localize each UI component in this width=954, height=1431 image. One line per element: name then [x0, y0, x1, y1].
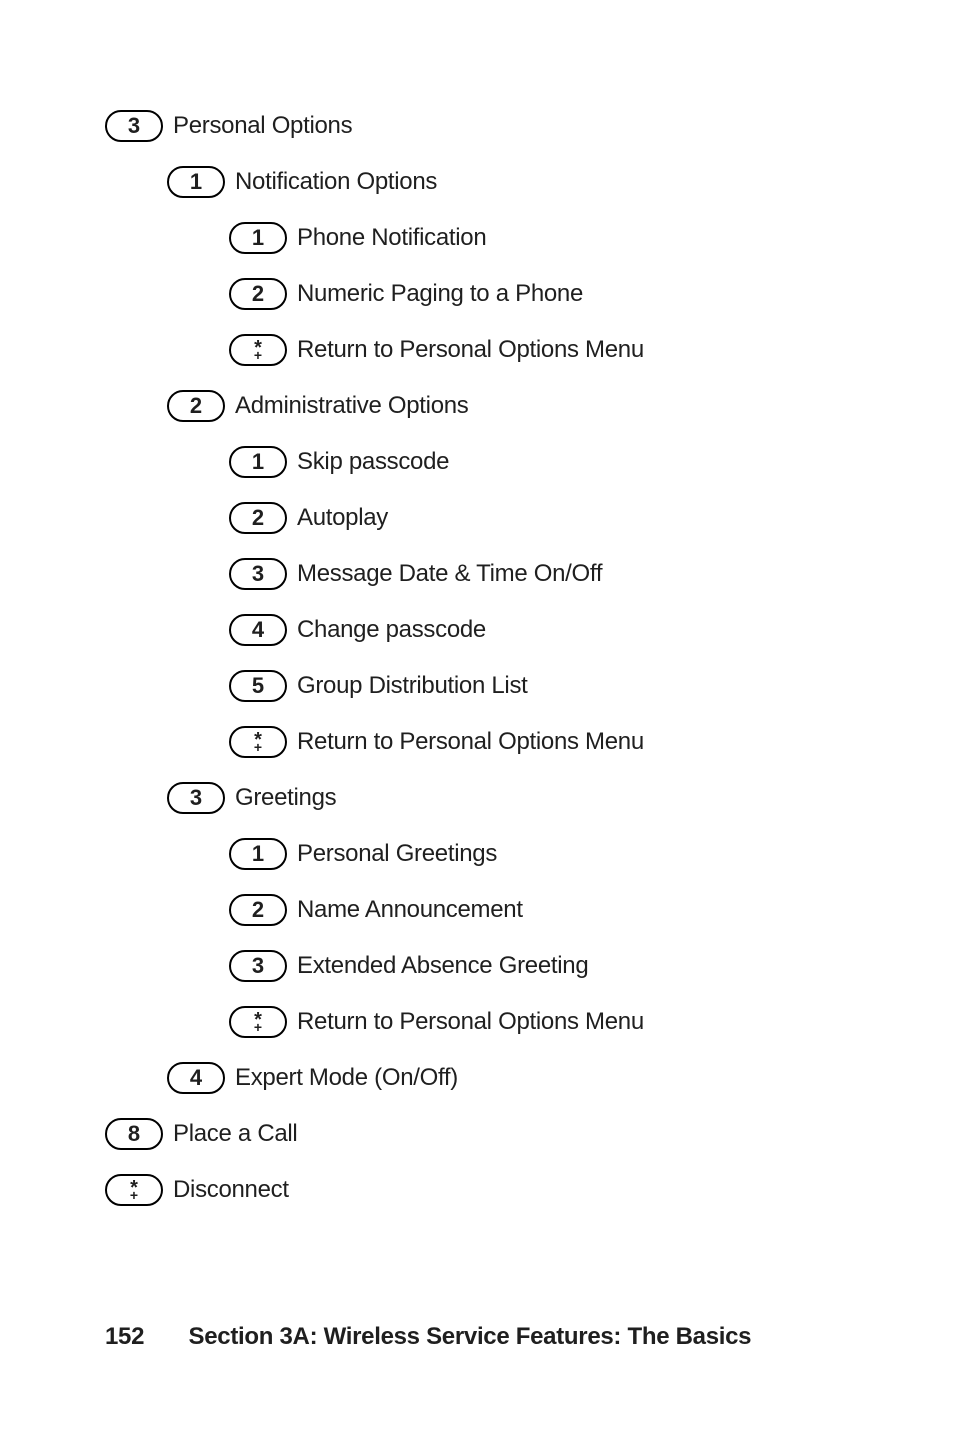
- menu-label: Disconnect: [173, 1177, 289, 1203]
- menu-row: *+ Disconnect: [105, 1174, 864, 1206]
- menu-row: *+ Return to Personal Options Menu: [105, 1006, 864, 1038]
- menu-label: Administrative Options: [235, 393, 469, 419]
- menu-label: Return to Personal Options Menu: [297, 337, 644, 363]
- key-star-icon: *+: [229, 1006, 287, 1038]
- menu-label: Numeric Paging to a Phone: [297, 281, 583, 307]
- menu-row: 1 Notification Options: [105, 166, 864, 198]
- key-4-icon: 4: [167, 1062, 225, 1094]
- menu-label: Extended Absence Greeting: [297, 953, 588, 979]
- menu-label: Greetings: [235, 785, 336, 811]
- key-2-icon: 2: [167, 390, 225, 422]
- menu-row: 4 Expert Mode (On/Off): [105, 1062, 864, 1094]
- menu-row: 3 Greetings: [105, 782, 864, 814]
- menu-label: Name Announcement: [297, 897, 523, 923]
- key-3-icon: 3: [105, 110, 163, 142]
- menu-row: 4 Change passcode: [105, 614, 864, 646]
- menu-label: Expert Mode (On/Off): [235, 1065, 458, 1091]
- menu-label: Autoplay: [297, 505, 388, 531]
- key-star-icon: *+: [229, 334, 287, 366]
- key-3-icon: 3: [229, 558, 287, 590]
- menu-row: 2 Administrative Options: [105, 390, 864, 422]
- menu-label: Message Date & Time On/Off: [297, 561, 602, 587]
- menu-row: 1 Personal Greetings: [105, 838, 864, 870]
- key-2-icon: 2: [229, 502, 287, 534]
- menu-label: Skip passcode: [297, 449, 449, 475]
- menu-label: Personal Greetings: [297, 841, 497, 867]
- key-3-icon: 3: [229, 950, 287, 982]
- menu-label: Personal Options: [173, 113, 352, 139]
- menu-row: 2 Numeric Paging to a Phone: [105, 278, 864, 310]
- menu-row: 2 Name Announcement: [105, 894, 864, 926]
- key-2-icon: 2: [229, 278, 287, 310]
- menu-row: 3 Personal Options: [105, 110, 864, 142]
- menu-row: 2 Autoplay: [105, 502, 864, 534]
- key-1-icon: 1: [229, 446, 287, 478]
- menu-label: Group Distribution List: [297, 673, 528, 699]
- menu-label: Phone Notification: [297, 225, 486, 251]
- menu-row: 3 Message Date & Time On/Off: [105, 558, 864, 590]
- menu-label: Return to Personal Options Menu: [297, 1009, 644, 1035]
- menu-label: Place a Call: [173, 1121, 297, 1147]
- page-number: 152: [105, 1323, 144, 1350]
- menu-label: Change passcode: [297, 617, 486, 643]
- key-3-icon: 3: [167, 782, 225, 814]
- menu-row: *+ Return to Personal Options Menu: [105, 334, 864, 366]
- key-star-icon: *+: [105, 1174, 163, 1206]
- menu-row: 5 Group Distribution List: [105, 670, 864, 702]
- section-title: Section 3A: Wireless Service Features: T…: [189, 1323, 752, 1350]
- key-1-icon: 1: [229, 838, 287, 870]
- key-1-icon: 1: [229, 222, 287, 254]
- key-5-icon: 5: [229, 670, 287, 702]
- key-1-icon: 1: [167, 166, 225, 198]
- key-8-icon: 8: [105, 1118, 163, 1150]
- menu-row: 1 Phone Notification: [105, 222, 864, 254]
- menu-row: 1 Skip passcode: [105, 446, 864, 478]
- key-4-icon: 4: [229, 614, 287, 646]
- page-footer: 152 Section 3A: Wireless Service Feature…: [105, 1323, 751, 1351]
- key-star-icon: *+: [229, 726, 287, 758]
- menu-row: *+ Return to Personal Options Menu: [105, 726, 864, 758]
- menu-label: Notification Options: [235, 169, 437, 195]
- menu-label: Return to Personal Options Menu: [297, 729, 644, 755]
- menu-tree: 3Personal Options1Notification Options1P…: [105, 110, 864, 1206]
- key-2-icon: 2: [229, 894, 287, 926]
- menu-row: 8 Place a Call: [105, 1118, 864, 1150]
- menu-row: 3 Extended Absence Greeting: [105, 950, 864, 982]
